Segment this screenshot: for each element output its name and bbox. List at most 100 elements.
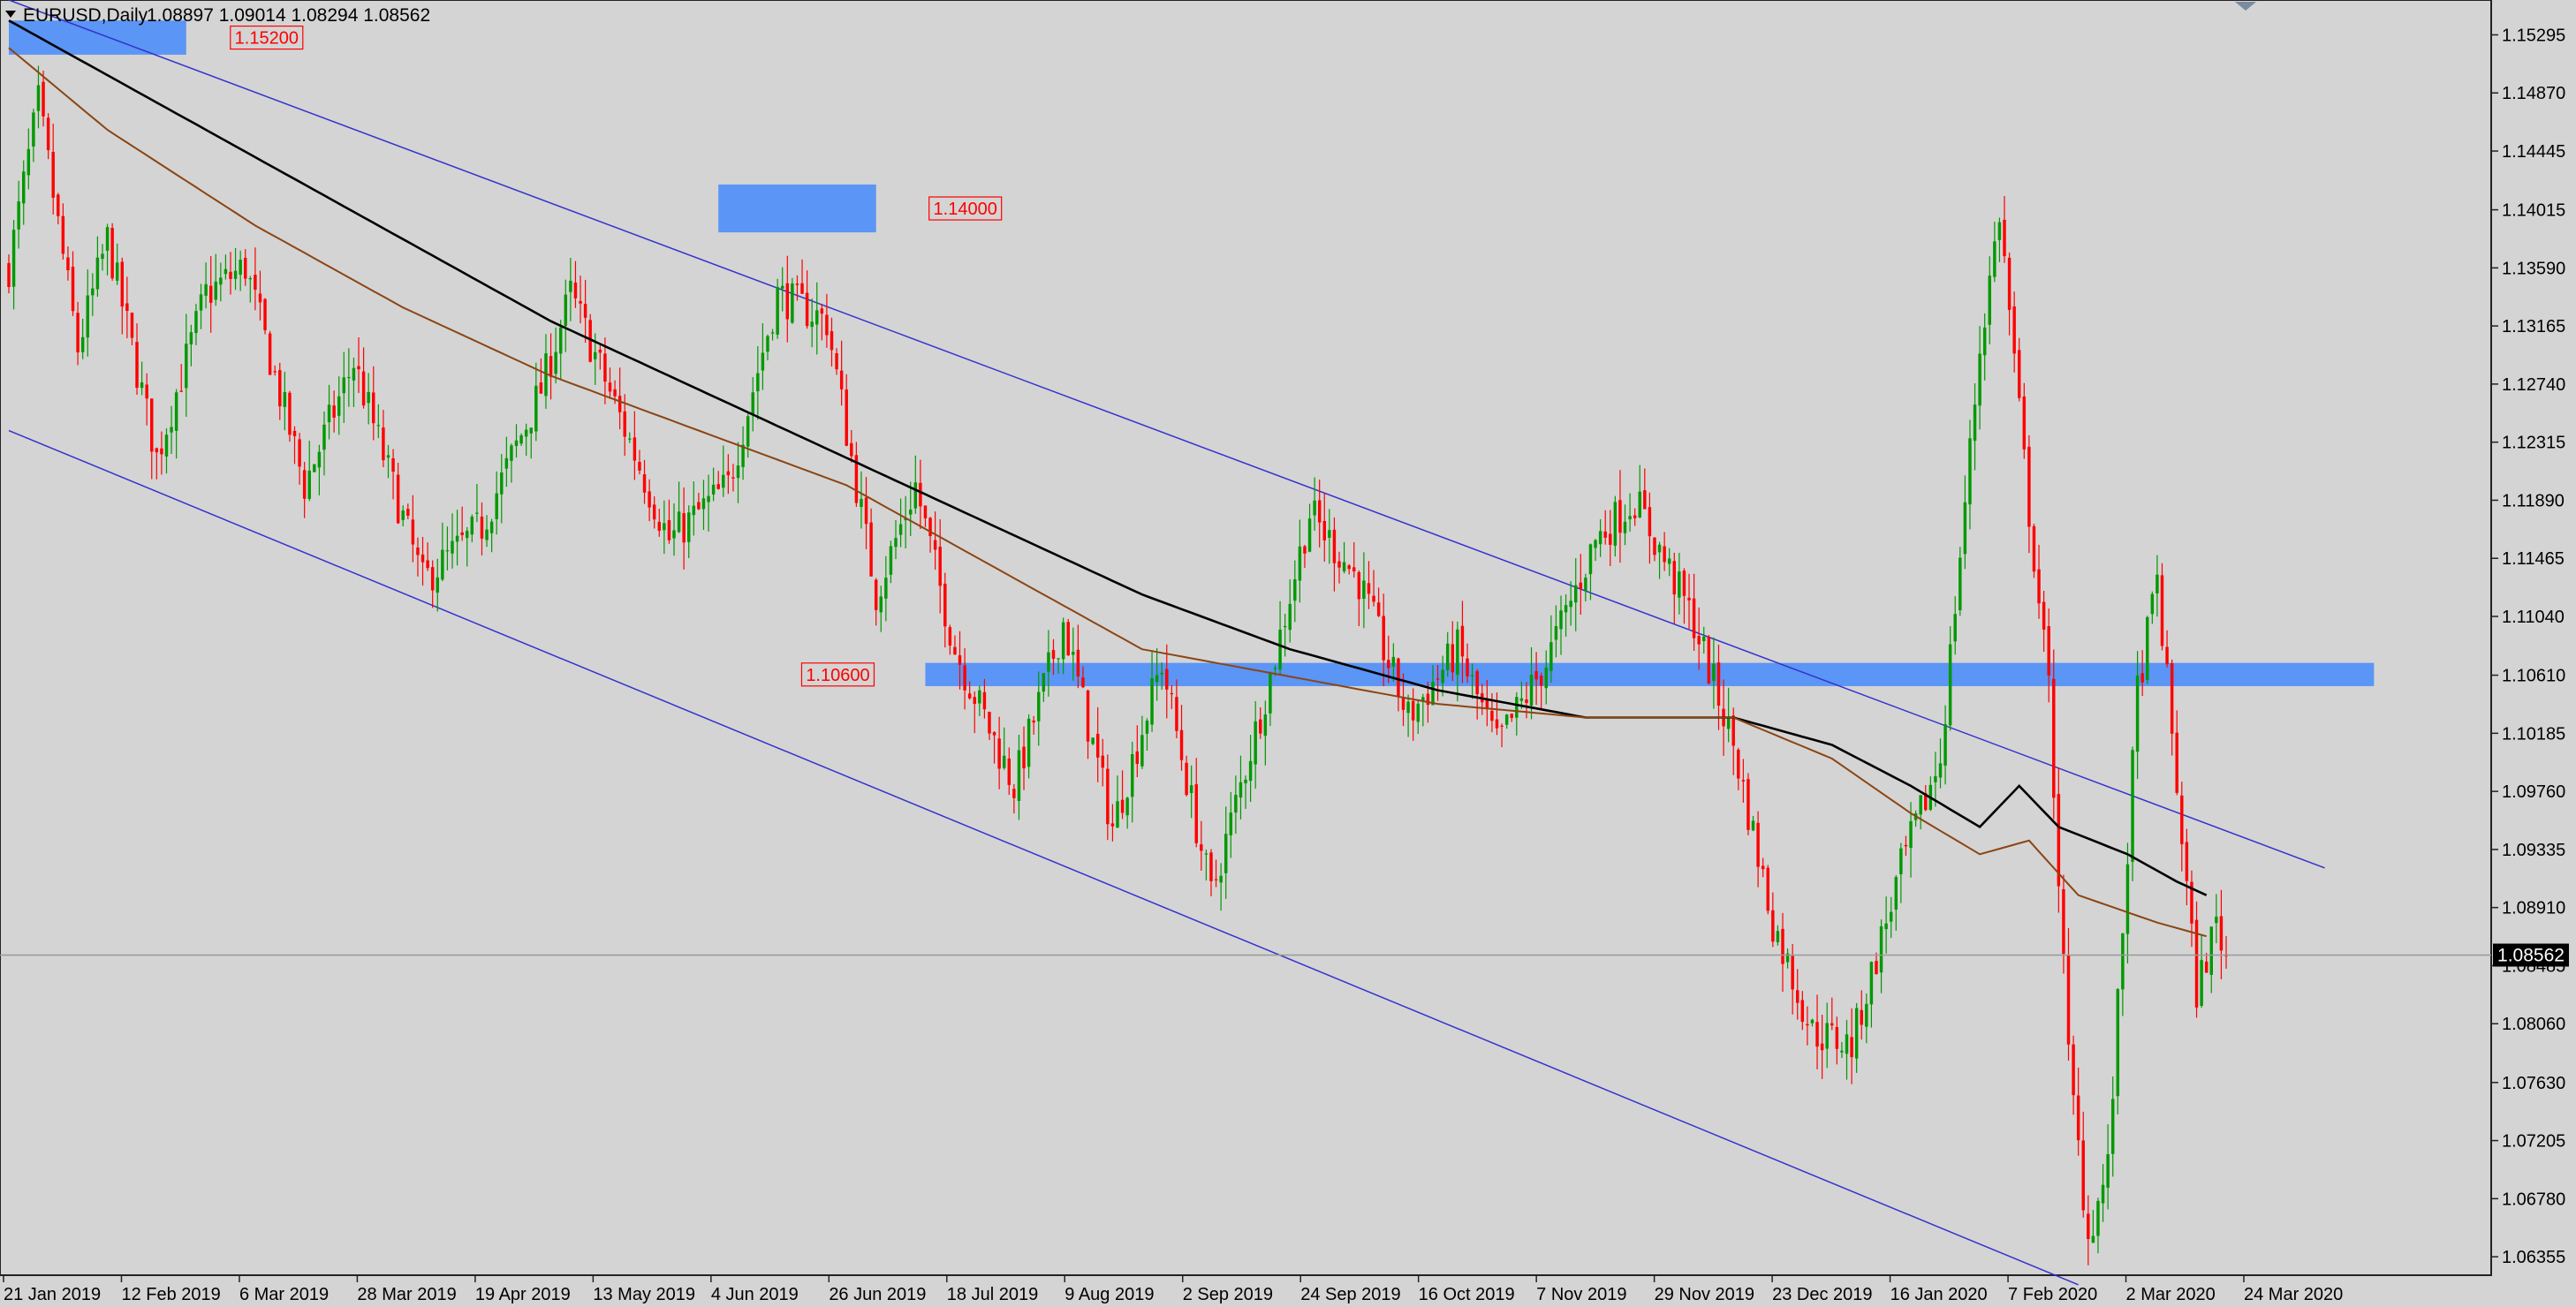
candle-body [731, 477, 735, 479]
candle-body [1145, 721, 1149, 734]
candle-body [244, 257, 247, 279]
candle-body [1244, 779, 1247, 783]
candle-body [283, 391, 287, 407]
candle-body [711, 484, 716, 495]
candle-body [445, 550, 450, 552]
candle-body [2087, 1213, 2090, 1240]
candle-body [1959, 557, 1962, 611]
candle-body [263, 298, 267, 330]
candle-body [791, 283, 794, 323]
candle-body [1761, 865, 1765, 870]
candle-body [120, 261, 125, 307]
candle-body [1628, 516, 1632, 520]
candle-body [1125, 797, 1129, 816]
candle-body [150, 398, 154, 452]
time-tick-label: 7 Nov 2019 [1536, 1285, 1626, 1304]
candle-body [46, 117, 50, 151]
candle-body [1973, 404, 1977, 442]
candle-body [1716, 662, 1721, 706]
candle-body [2140, 673, 2144, 683]
candle-body [657, 521, 661, 532]
candle-body [1376, 602, 1381, 616]
candle-body [1997, 222, 2002, 240]
candle-body [233, 270, 238, 279]
candle-body [569, 280, 572, 292]
candle-body [95, 257, 100, 290]
candle-body [1475, 671, 1479, 695]
candle-body [1293, 578, 1297, 601]
candle-body [1175, 697, 1178, 731]
candle-body [1007, 758, 1011, 785]
candle-body [332, 405, 336, 418]
candle-body [1263, 714, 1268, 737]
candle-body [909, 510, 913, 515]
candle-body [2072, 1044, 2075, 1096]
candle-body [1179, 729, 1184, 760]
price-tick-label: 1.13165 [2502, 317, 2565, 336]
candle-body [1519, 698, 1524, 701]
candle-body [1751, 820, 1755, 831]
candle-body [958, 654, 962, 665]
candle-body [1919, 795, 1922, 815]
price-tick-label: 1.09335 [2502, 841, 2565, 860]
candle-body [1406, 701, 1410, 714]
candle-body [199, 294, 203, 311]
candle-body [894, 538, 898, 548]
candle-body [1559, 610, 1563, 630]
price-zone [718, 184, 876, 233]
candle-body [2047, 626, 2050, 676]
candle-body [2175, 732, 2178, 793]
candle-body [1835, 1027, 1839, 1049]
candle-body [879, 596, 883, 613]
price-tick-label: 1.12315 [2502, 434, 2565, 453]
candle-body [1741, 780, 1746, 782]
candle-body [91, 288, 95, 296]
candle-body [1298, 546, 1302, 581]
candle-body [1032, 720, 1035, 723]
candle-body [810, 321, 814, 328]
candle-body [1234, 795, 1238, 813]
candle-body [1347, 565, 1351, 570]
candle-body [1367, 583, 1371, 594]
candle-body [101, 253, 104, 260]
candle-body [1101, 755, 1104, 768]
current-price-tag: 1.08562 [2493, 943, 2569, 967]
candle-body [7, 262, 11, 288]
candle-body [2076, 1095, 2080, 1141]
candle-body [1170, 692, 1174, 695]
candle-body [716, 484, 720, 489]
header-ohlc: 1.08897 1.09014 1.08294 1.08562 [147, 5, 430, 26]
candle-body [1283, 625, 1287, 628]
candle-body [677, 511, 681, 533]
candle-body [554, 351, 557, 374]
candle-body [815, 310, 819, 325]
candle-body [386, 455, 390, 458]
price-zone [9, 20, 186, 55]
candle-body [898, 524, 903, 535]
time-tick-label: 6 Mar 2019 [239, 1285, 329, 1304]
candle-body [1051, 650, 1056, 659]
candle-body [189, 332, 193, 345]
candle-body [164, 434, 169, 457]
candle-body [1185, 762, 1188, 796]
candle-body [766, 336, 769, 352]
candle-body [751, 392, 754, 415]
price-chart[interactable]: 1.15200 1.14000 1.10600 1.15295 1.14870 1.14… [0, 0, 2576, 1307]
candle-body [1776, 931, 1780, 942]
candle-body [27, 148, 31, 176]
candle-body [1678, 571, 1681, 598]
candle-body [2131, 750, 2134, 862]
price-tick-label: 1.06780 [2502, 1190, 2565, 1209]
candle-body [485, 529, 489, 540]
candle-body [22, 171, 26, 204]
candle-body [1248, 760, 1253, 782]
candle-body [1131, 754, 1134, 797]
candle-body [135, 342, 139, 389]
candle-body [1466, 658, 1469, 676]
candle-body [1269, 672, 1272, 714]
candle-body [884, 578, 888, 599]
candle-body [470, 517, 474, 535]
candle-body [539, 382, 543, 394]
candle-body [1076, 649, 1080, 677]
candle-body [1002, 755, 1006, 768]
